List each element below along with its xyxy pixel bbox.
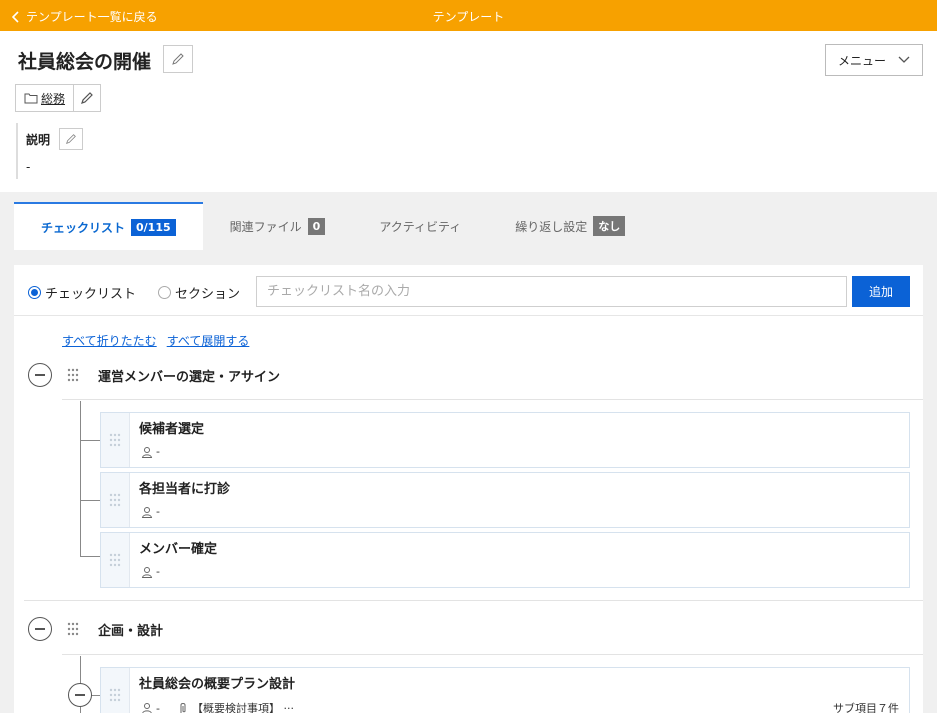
section-header: 運営メンバーの選定・アサイン	[28, 360, 908, 390]
tree-line	[80, 500, 100, 501]
tab-related-files[interactable]: 関連ファイル 0	[203, 202, 353, 250]
checklist-item[interactable]: メンバー確定 -	[100, 532, 910, 588]
drag-handle-icon[interactable]	[66, 368, 80, 382]
section-title: 運営メンバーの選定・アサイン	[98, 369, 281, 385]
section-title: 企画・設計	[98, 623, 164, 639]
drag-handle-icon	[109, 433, 121, 447]
category-name: 総務	[41, 91, 66, 106]
collapse-section-button[interactable]	[28, 617, 52, 641]
drag-handle-icon	[109, 493, 121, 507]
user-icon	[141, 446, 153, 458]
category-selector: 総務	[15, 84, 102, 112]
attached-file[interactable]: 【概要検討事項】 ···	[192, 700, 294, 713]
tab-checklist[interactable]: チェックリスト 0/115	[14, 202, 203, 250]
paperclip-icon	[180, 703, 186, 713]
assignee-value: -	[156, 445, 160, 458]
radio-label: チェックリスト	[45, 287, 137, 302]
description-block: 説明 -	[16, 123, 50, 179]
tab-label: 繰り返し設定	[515, 219, 588, 234]
section-divider	[62, 654, 923, 655]
tab-activity[interactable]: アクティビティ	[352, 202, 488, 250]
pencil-icon	[66, 134, 76, 144]
back-label: テンプレート一覧に戻る	[26, 10, 158, 24]
tab-label: 関連ファイル	[229, 219, 302, 234]
item-drag-handle[interactable]	[101, 473, 130, 527]
collapse-section-button[interactable]	[28, 363, 52, 387]
item-drag-handle[interactable]	[101, 668, 130, 713]
checklist-item[interactable]: 社員総会の概要プラン設計 - 【概要検討事項】 ··· サブ項目７件	[100, 667, 910, 713]
edit-category-button[interactable]	[74, 85, 100, 111]
description-value: -	[26, 160, 31, 174]
add-button[interactable]: 追加	[852, 276, 910, 307]
back-to-template-list-link[interactable]: テンプレート一覧に戻る	[12, 8, 158, 25]
checklist-progress-badge: 0/115	[131, 218, 176, 236]
checklist-panel: チェックリスト セクション 追加 すべて折りたたむ すべて展開する 運営メンバー…	[14, 265, 923, 713]
category-link[interactable]: 総務	[16, 85, 75, 111]
item-assignee[interactable]: -	[141, 505, 160, 518]
pencil-icon	[81, 92, 93, 104]
tabs-area: チェックリスト 0/115 関連ファイル 0 アクティビティ 繰り返し設定 なし…	[0, 192, 937, 713]
expand-all-link[interactable]: すべて展開する	[167, 332, 250, 349]
radio-section[interactable]: セクション	[158, 283, 240, 302]
drag-handle-icon	[109, 553, 121, 567]
item-title: 各担当者に打診	[139, 482, 231, 497]
checklist-item[interactable]: 候補者選定 -	[100, 412, 910, 468]
item-drag-handle[interactable]	[101, 533, 130, 587]
radio-label: セクション	[175, 287, 241, 302]
item-assignee[interactable]: -	[141, 445, 160, 458]
section-divider	[62, 399, 923, 400]
edit-description-button[interactable]	[59, 128, 83, 150]
template-header: 社員総会の開催 メニュー 総務 説明 -	[0, 31, 937, 192]
item-meta: - 【概要検討事項】 ···	[141, 700, 294, 713]
assignee-value: -	[156, 505, 160, 518]
section-divider	[24, 600, 923, 601]
tab-label: アクティビティ	[379, 219, 462, 234]
fold-links: すべて折りたたむ すべて展開する	[62, 332, 249, 349]
tree-line	[80, 401, 81, 556]
tab-repeat-settings[interactable]: 繰り返し設定 なし	[488, 202, 652, 250]
checklist-item[interactable]: 各担当者に打診 -	[100, 472, 910, 528]
item-title: 社員総会の概要プラン設計	[139, 677, 296, 692]
item-drag-handle[interactable]	[101, 413, 130, 467]
tree-line	[80, 440, 100, 441]
section-header: 企画・設計	[28, 614, 908, 644]
drag-handle-icon[interactable]	[66, 622, 80, 636]
menu-label: メニュー	[837, 53, 886, 68]
chevron-left-icon	[12, 10, 19, 23]
subitem-count[interactable]: サブ項目７件	[833, 700, 899, 713]
user-icon	[141, 566, 153, 578]
tab-bar: チェックリスト 0/115 関連ファイル 0 アクティビティ 繰り返し設定 なし	[14, 202, 652, 250]
radio-dot	[28, 286, 41, 299]
chevron-down-icon	[898, 56, 910, 63]
user-icon	[141, 506, 153, 518]
collapse-all-link[interactable]: すべて折りたたむ	[62, 332, 157, 349]
top-bar: テンプレート一覧に戻る テンプレート	[0, 0, 937, 31]
add-item-form: チェックリスト セクション 追加	[14, 265, 923, 316]
pencil-icon	[172, 53, 184, 65]
collapse-subitems-button[interactable]	[68, 683, 92, 707]
checklist-name-input[interactable]	[256, 276, 847, 307]
item-assignee[interactable]: -	[141, 565, 160, 578]
item-title: 候補者選定	[139, 422, 205, 437]
radio-dot	[158, 286, 171, 299]
radio-checklist[interactable]: チェックリスト	[28, 283, 136, 302]
folder-icon	[24, 93, 38, 104]
assignee-value: -	[156, 565, 160, 578]
assignee-value: -	[156, 701, 160, 713]
user-icon[interactable]	[141, 702, 153, 713]
item-title: メンバー確定	[139, 542, 218, 557]
file-count-badge: 0	[307, 217, 326, 235]
menu-button[interactable]: メニュー	[825, 44, 923, 76]
page-title: 社員総会の開催	[18, 51, 152, 73]
edit-title-button[interactable]	[163, 45, 193, 73]
drag-handle-icon	[109, 688, 121, 702]
description-label: 説明	[26, 133, 51, 147]
tab-label: チェックリスト	[41, 220, 126, 235]
tree-line	[80, 556, 100, 557]
repeat-status-badge: なし	[593, 216, 626, 236]
